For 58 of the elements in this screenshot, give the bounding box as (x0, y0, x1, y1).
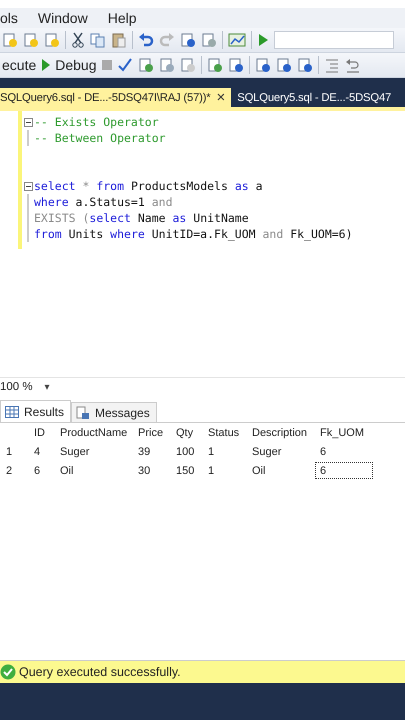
table-cell[interactable]: 6 (314, 461, 374, 480)
collapse-icon[interactable] (24, 182, 32, 190)
column-header: Status (207, 426, 240, 440)
table-cell[interactable]: Suger (54, 442, 132, 461)
column-header: ProductName (59, 426, 128, 440)
result-tab[interactable]: Results (0, 400, 72, 422)
table-cell[interactable]: 30 (132, 461, 170, 480)
column-header: Fk_UOM (319, 426, 365, 440)
column-header: Qty (175, 426, 194, 440)
indent-icon[interactable] (324, 57, 340, 73)
table-cell[interactable]: 1 (202, 442, 246, 461)
close-button[interactable]: × (216, 89, 226, 106)
code-line: where a.Status=1 and (34, 195, 172, 209)
column-header: ID (33, 426, 46, 440)
code-line: EXISTS (select Name as UnitName (34, 211, 249, 225)
table-cell[interactable]: 6 (314, 442, 374, 461)
zoom-dropdown[interactable]: ▾ (44, 381, 50, 393)
code-line: select * from ProductsModels as a (34, 179, 263, 193)
table-cell[interactable]: 6 (28, 461, 54, 480)
undo-icon[interactable] (138, 32, 154, 48)
debug-button[interactable]: Debug (41, 57, 97, 73)
table-cell[interactable]: 39 (132, 442, 170, 461)
table-cell[interactable]: 4 (28, 442, 54, 461)
play-icon (41, 59, 52, 71)
chart-icon[interactable] (228, 32, 246, 48)
execute-button[interactable]: ecute (2, 57, 36, 73)
success-icon (0, 664, 16, 680)
row-number: 1 (5, 444, 14, 460)
undo-icon[interactable] (344, 57, 361, 73)
document-tab[interactable]: SQLQuery5.sql - DE...-5DSQ47 (231, 88, 398, 107)
table-cell[interactable]: Oil (54, 461, 132, 480)
row-number: 2 (5, 464, 14, 478)
code-line: from Units where UnitID=a.Fk_UOM and Fk_UOM=6) (34, 227, 353, 241)
collapse-icon[interactable] (24, 118, 32, 126)
copy-icon[interactable] (90, 32, 106, 48)
play-icon[interactable] (257, 33, 269, 47)
table-cell[interactable]: Suger (246, 442, 314, 461)
code-line: -- Exists Operator (34, 115, 159, 129)
menu-item[interactable]: ols (0, 10, 18, 26)
menu-item[interactable]: Window (38, 10, 88, 26)
table-cell[interactable]: Oil (246, 461, 314, 480)
cut-icon[interactable] (71, 32, 85, 48)
document-tab[interactable]: SQLQuery6.sql - DE...-5DSQ47I\RAJ (57))* × (0, 88, 232, 107)
paste-icon[interactable] (111, 32, 127, 48)
zoom-level[interactable]: 100 % (0, 381, 33, 393)
column-header: Description (251, 426, 308, 440)
table-cell[interactable]: 1 (202, 461, 246, 480)
result-tab[interactable]: Messages (71, 402, 157, 422)
search-field[interactable] (274, 31, 394, 49)
tab-title: SQLQuery6.sql - DE...-5DSQ47I\RAJ (57))* (0, 92, 210, 104)
table-cell[interactable]: 150 (170, 461, 202, 480)
status-message: Query executed successfully. (19, 665, 181, 679)
code-line: -- Between Operator (34, 131, 166, 145)
table-cell[interactable]: 100 (170, 442, 202, 461)
menu-item[interactable]: Help (108, 10, 136, 26)
column-header: Price (137, 426, 164, 440)
tab-title: SQLQuery5.sql - DE...-5DSQ47 (236, 92, 392, 104)
check-icon[interactable] (116, 57, 133, 73)
